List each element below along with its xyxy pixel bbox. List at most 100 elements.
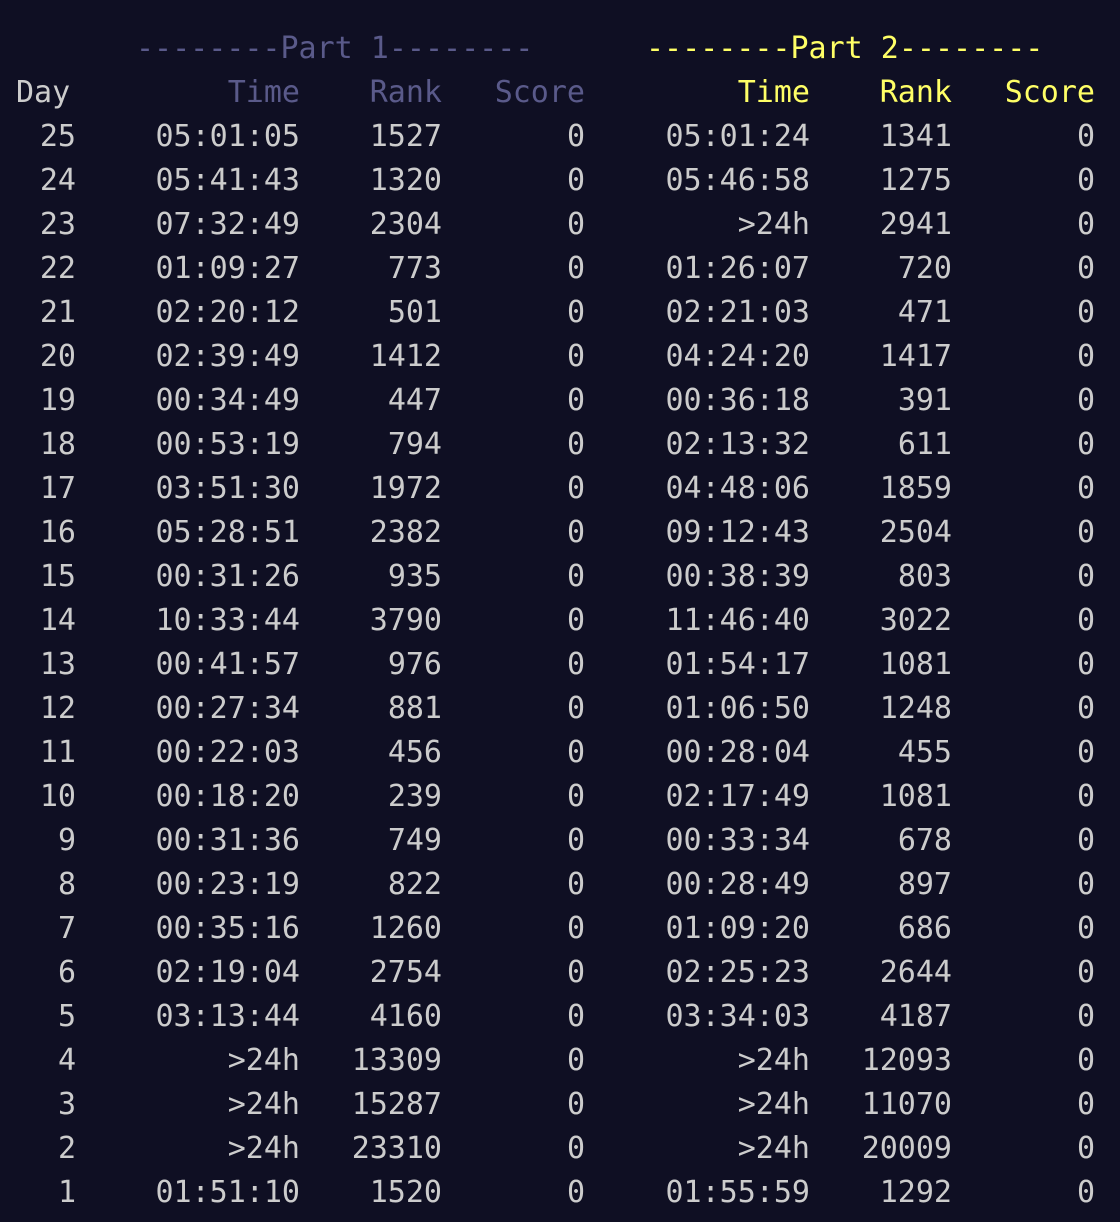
table-row: 11 00:22:03 456 0 00:28:04 455 0	[0, 731, 1120, 775]
day-cell: 25	[39, 119, 76, 154]
table-row: 7 00:35:16 1260 0 01:09:20 686 0	[0, 907, 1120, 951]
part2-time-cell: 04:48:06	[665, 471, 811, 506]
part2-time-cell: 11:46:40	[665, 603, 811, 638]
table-row: 19 00:34:49 447 0 00:36:18 391 0	[0, 379, 1120, 423]
day-cell: 19	[39, 383, 76, 418]
part2-rank-cell: 2941	[879, 207, 952, 242]
part2-rank-cell: 897	[897, 867, 952, 902]
part1-time-cell: 01:51:10	[155, 1175, 301, 1210]
part1-score-cell: 0	[566, 1175, 585, 1210]
day-cell: 16	[39, 515, 76, 550]
part2-rank-cell: 678	[897, 823, 952, 858]
part1-score-cell: 0	[566, 295, 585, 330]
part1-time-cell: >24h	[227, 1043, 300, 1078]
part1-rank-cell: 2304	[369, 207, 442, 242]
table-row: 15 00:31:26 935 0 00:38:39 803 0	[0, 555, 1120, 599]
part2-rank-cell: 720	[897, 251, 952, 286]
part2-time-cell: 00:36:18	[665, 383, 811, 418]
part1-rank-cell: 447	[387, 383, 442, 418]
part2-time-cell: >24h	[737, 207, 810, 242]
part1-time-cell: 05:28:51	[155, 515, 301, 550]
part2-score-cell: 0	[1076, 1043, 1095, 1078]
part1-rank-cell: 501	[387, 295, 442, 330]
part2-time-cell: 00:38:39	[665, 559, 811, 594]
part1-rank-cell: 3790	[369, 603, 442, 638]
table-row: 5 03:13:44 4160 0 03:34:03 4187 0	[0, 995, 1120, 1039]
part2-score-cell: 0	[1076, 515, 1095, 550]
day-cell: 21	[39, 295, 76, 330]
part2-rank-cell: 1081	[879, 779, 952, 814]
table-row: 1 01:51:10 1520 0 01:55:59 1292 0	[0, 1171, 1120, 1215]
part2-time-cell: 02:25:23	[665, 955, 811, 990]
day-cell: 20	[39, 339, 76, 374]
part1-time-cell: 00:23:19	[155, 867, 301, 902]
column-header-row: Day Time Rank Score Time Rank Score	[0, 71, 1120, 115]
part1-rank-header: Rank	[369, 75, 442, 110]
part2-rank-cell: 1248	[879, 691, 952, 726]
part1-rank-cell: 1412	[369, 339, 442, 374]
part2-rank-cell: 2644	[879, 955, 952, 990]
part1-score-header: Score	[494, 75, 585, 110]
part1-score-cell: 0	[566, 647, 585, 682]
part1-score-cell: 0	[566, 251, 585, 286]
part2-time-cell: 04:24:20	[665, 339, 811, 374]
part2-score-cell: 0	[1076, 383, 1095, 418]
part1-time-cell: 00:18:20	[155, 779, 301, 814]
part2-time-cell: 01:06:50	[665, 691, 811, 726]
part2-score-cell: 0	[1076, 779, 1095, 814]
part1-time-cell: 00:31:26	[155, 559, 301, 594]
part2-score-cell: 0	[1076, 955, 1095, 990]
day-cell: 22	[39, 251, 76, 286]
part2-score-cell: 0	[1076, 735, 1095, 770]
part1-score-cell: 0	[566, 779, 585, 814]
part2-score-cell: 0	[1076, 1175, 1095, 1210]
part1-rank-cell: 456	[387, 735, 442, 770]
part1-rank-cell: 4160	[369, 999, 442, 1034]
part1-score-cell: 0	[566, 1087, 585, 1122]
day-cell: 11	[39, 735, 76, 770]
table-row: 4 >24h 13309 0 >24h 12093 0	[0, 1039, 1120, 1083]
part1-time-cell: 02:19:04	[155, 955, 301, 990]
table-row: 12 00:27:34 881 0 01:06:50 1248 0	[0, 687, 1120, 731]
part2-rank-header: Rank	[879, 75, 952, 110]
part2-rank-cell: 1859	[879, 471, 952, 506]
part2-time-cell: 02:17:49	[665, 779, 811, 814]
day-cell: 4	[57, 1043, 76, 1078]
part1-rank-cell: 935	[387, 559, 442, 594]
part1-score-cell: 0	[566, 603, 585, 638]
part1-time-cell: 00:41:57	[155, 647, 301, 682]
part2-score-cell: 0	[1076, 207, 1095, 242]
day-cell: 1	[57, 1175, 76, 1210]
part2-score-cell: 0	[1076, 119, 1095, 154]
part1-score-cell: 0	[566, 163, 585, 198]
part2-score-cell: 0	[1076, 911, 1095, 946]
part-titles-row: --------Part 1-------- --------Part 2---…	[0, 27, 1120, 71]
day-header: Day	[16, 75, 71, 110]
day-cell: 2	[57, 1131, 76, 1166]
part1-time-cell: 01:09:27	[155, 251, 301, 286]
table-row: 9 00:31:36 749 0 00:33:34 678 0	[0, 819, 1120, 863]
part2-time-cell: 01:55:59	[665, 1175, 811, 1210]
part2-time-cell: >24h	[737, 1131, 810, 1166]
table-row: 22 01:09:27 773 0 01:26:07 720 0	[0, 247, 1120, 291]
part1-score-cell: 0	[566, 207, 585, 242]
part2-rank-cell: 455	[897, 735, 952, 770]
part1-score-cell: 0	[566, 383, 585, 418]
day-cell: 15	[39, 559, 76, 594]
part2-score-cell: 0	[1076, 647, 1095, 682]
part1-score-cell: 0	[566, 867, 585, 902]
table-row: 10 00:18:20 239 0 02:17:49 1081 0	[0, 775, 1120, 819]
part1-title: --------Part 1--------	[136, 31, 534, 66]
part2-rank-cell: 391	[897, 383, 952, 418]
part1-time-cell: >24h	[227, 1087, 300, 1122]
day-cell: 17	[39, 471, 76, 506]
table-row: 18 00:53:19 794 0 02:13:32 611 0	[0, 423, 1120, 467]
table-row: 14 10:33:44 3790 0 11:46:40 3022 0	[0, 599, 1120, 643]
table-row: 24 05:41:43 1320 0 05:46:58 1275 0	[0, 159, 1120, 203]
part1-time-cell: 00:53:19	[155, 427, 301, 462]
part1-score-cell: 0	[566, 999, 585, 1034]
part1-rank-cell: 1520	[369, 1175, 442, 1210]
part1-time-cell: 03:13:44	[155, 999, 301, 1034]
part2-rank-cell: 611	[897, 427, 952, 462]
table-row: 13 00:41:57 976 0 01:54:17 1081 0	[0, 643, 1120, 687]
